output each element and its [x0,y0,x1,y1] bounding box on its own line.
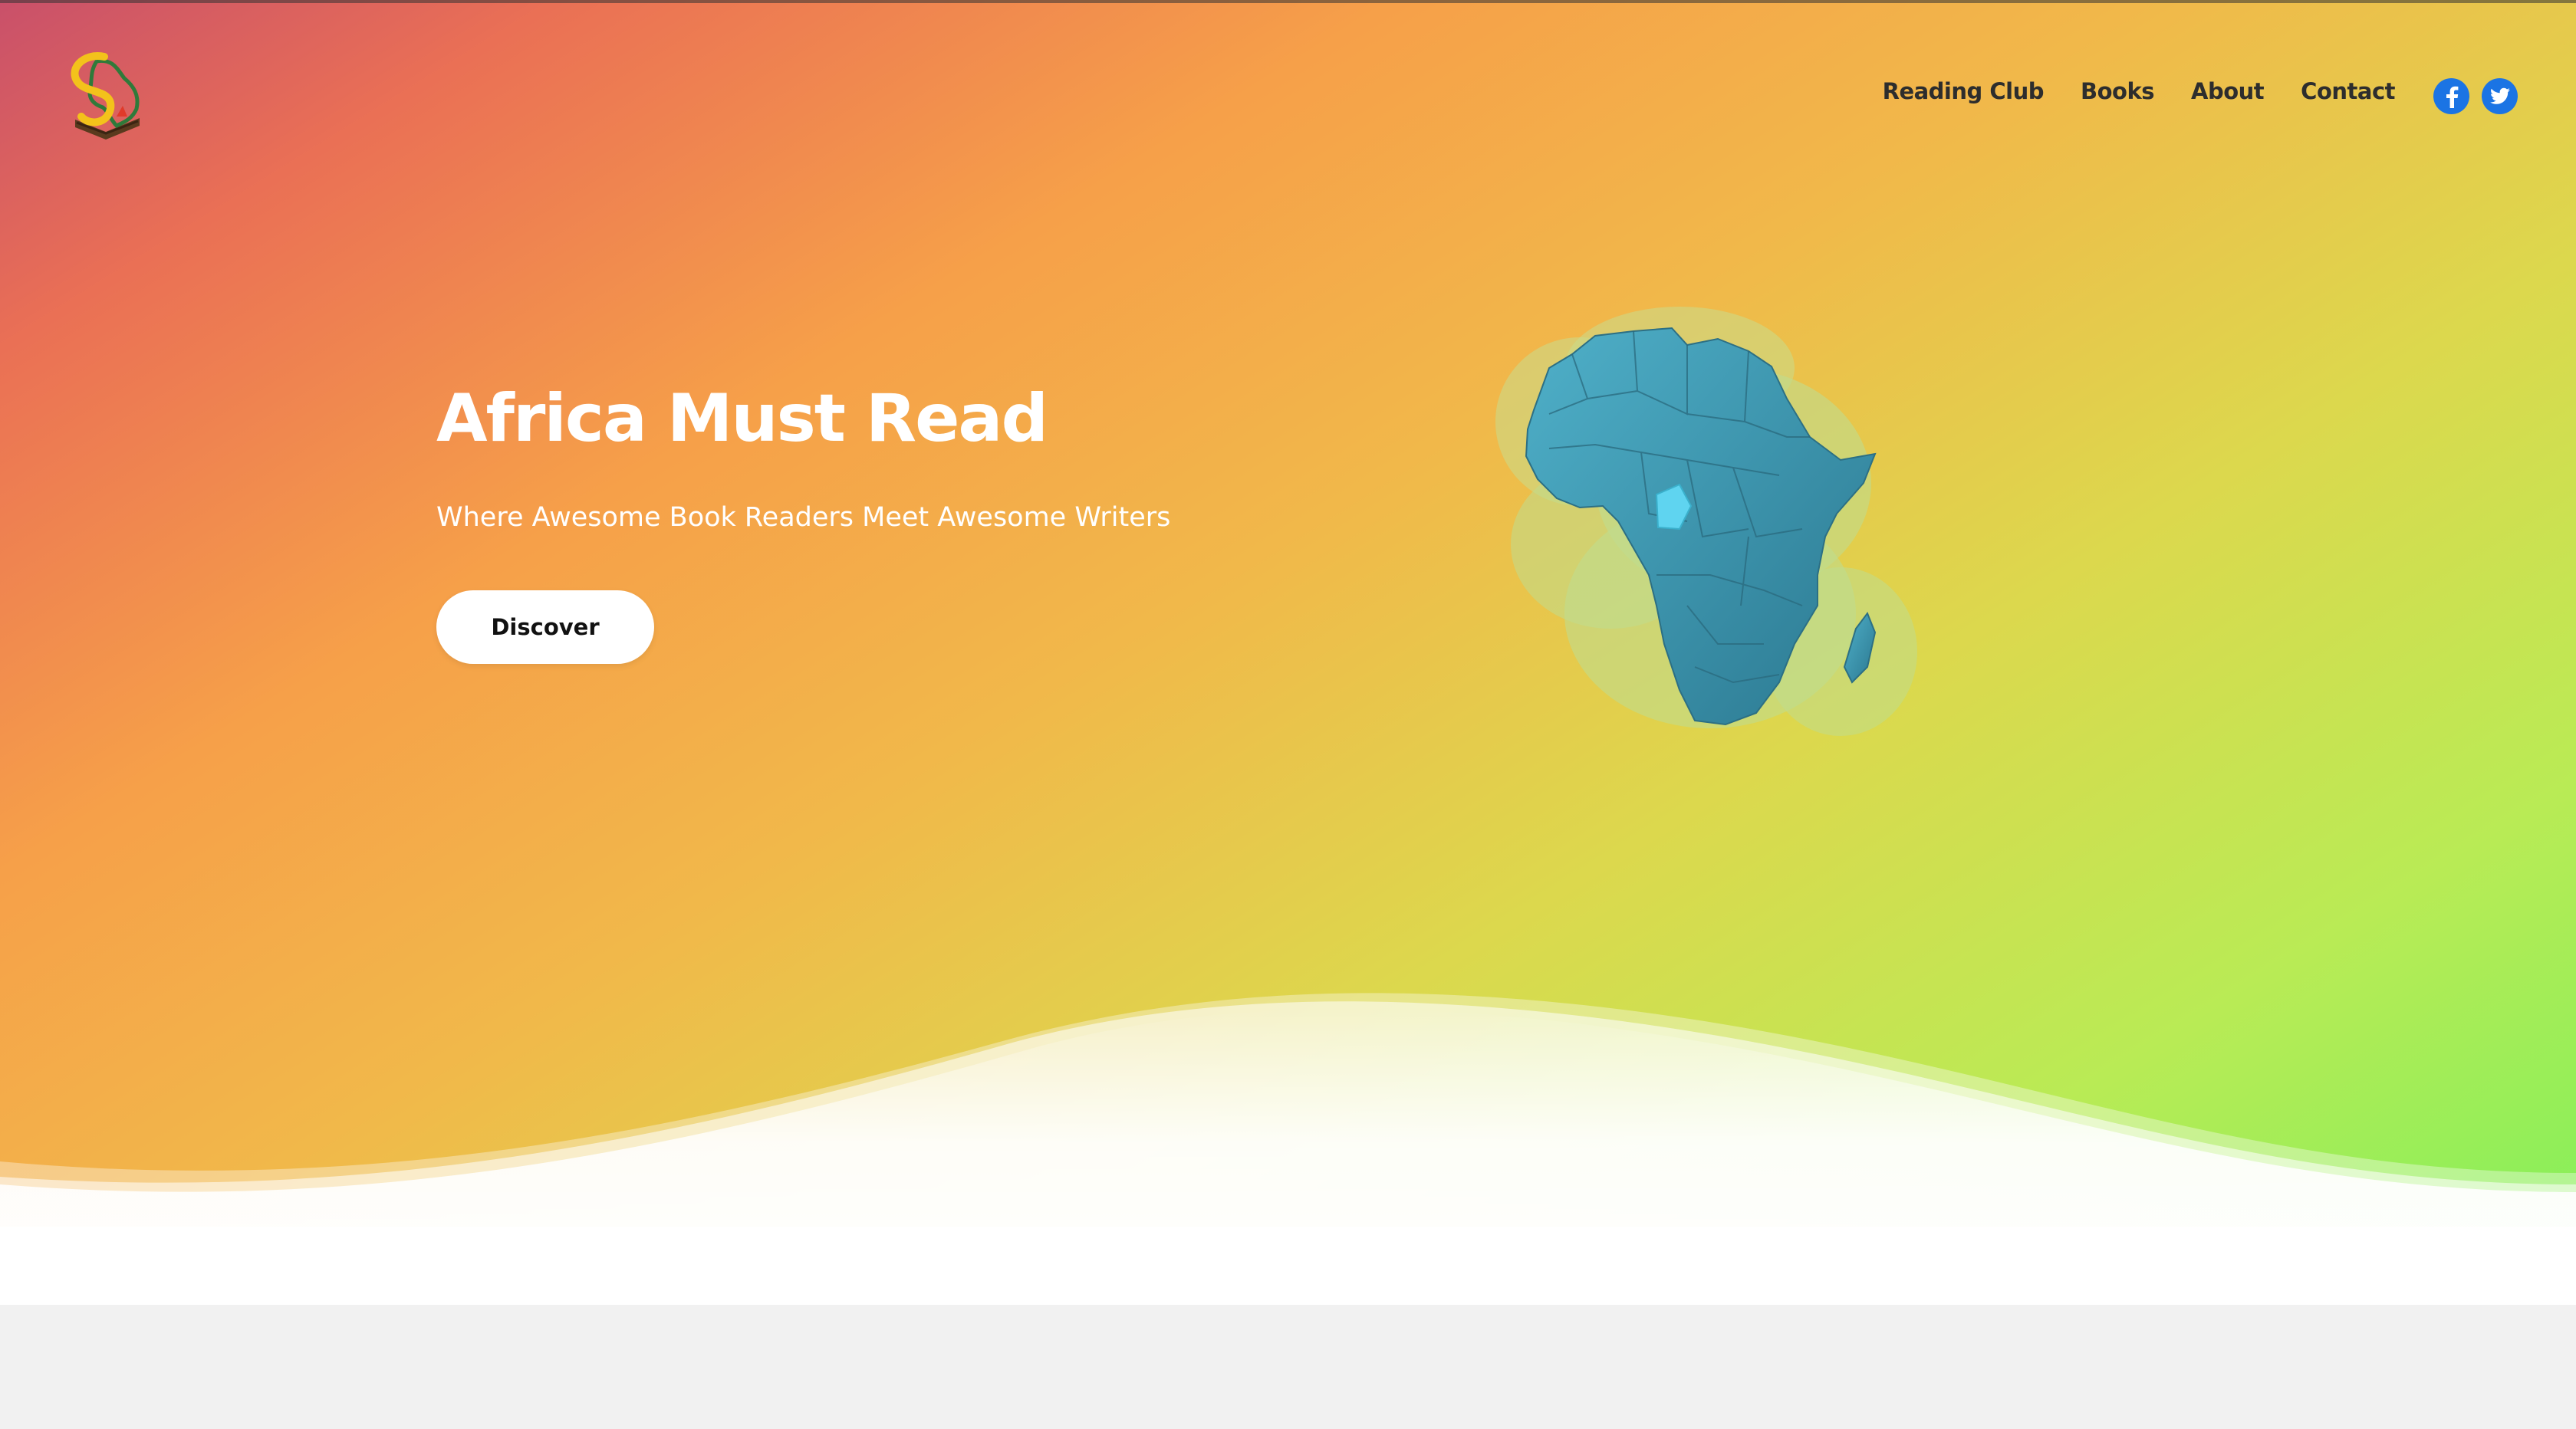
landing-page: Reading Club Books About Contact Africa … [0,0,2576,1429]
nav-contact-link[interactable]: Contact [2301,78,2395,104]
nav-about-link[interactable]: About [2191,78,2265,104]
hero-wave-divider [0,993,2576,1305]
facebook-button[interactable] [2433,78,2469,114]
hero-subtitle: Where Awesome Book Readers Meet Awesome … [436,502,1171,533]
africa-map-icon [1495,307,1917,736]
main-nav: Reading Club Books About Contact [1883,78,2396,104]
social-links [2433,78,2518,114]
hero-section: Reading Club Books About Contact Africa … [0,0,2576,1305]
hero-title: Africa Must Read [436,380,1048,457]
nav-books-link[interactable]: Books [2081,78,2155,104]
discover-button[interactable]: Discover [436,590,654,664]
facebook-icon [2446,86,2458,108]
nav-reading-club-link[interactable]: Reading Club [1883,78,2045,104]
lower-section-band [0,1305,2576,1429]
twitter-icon [2489,87,2510,104]
africa-book-logo-icon[interactable] [60,48,152,146]
twitter-button[interactable] [2482,78,2518,114]
